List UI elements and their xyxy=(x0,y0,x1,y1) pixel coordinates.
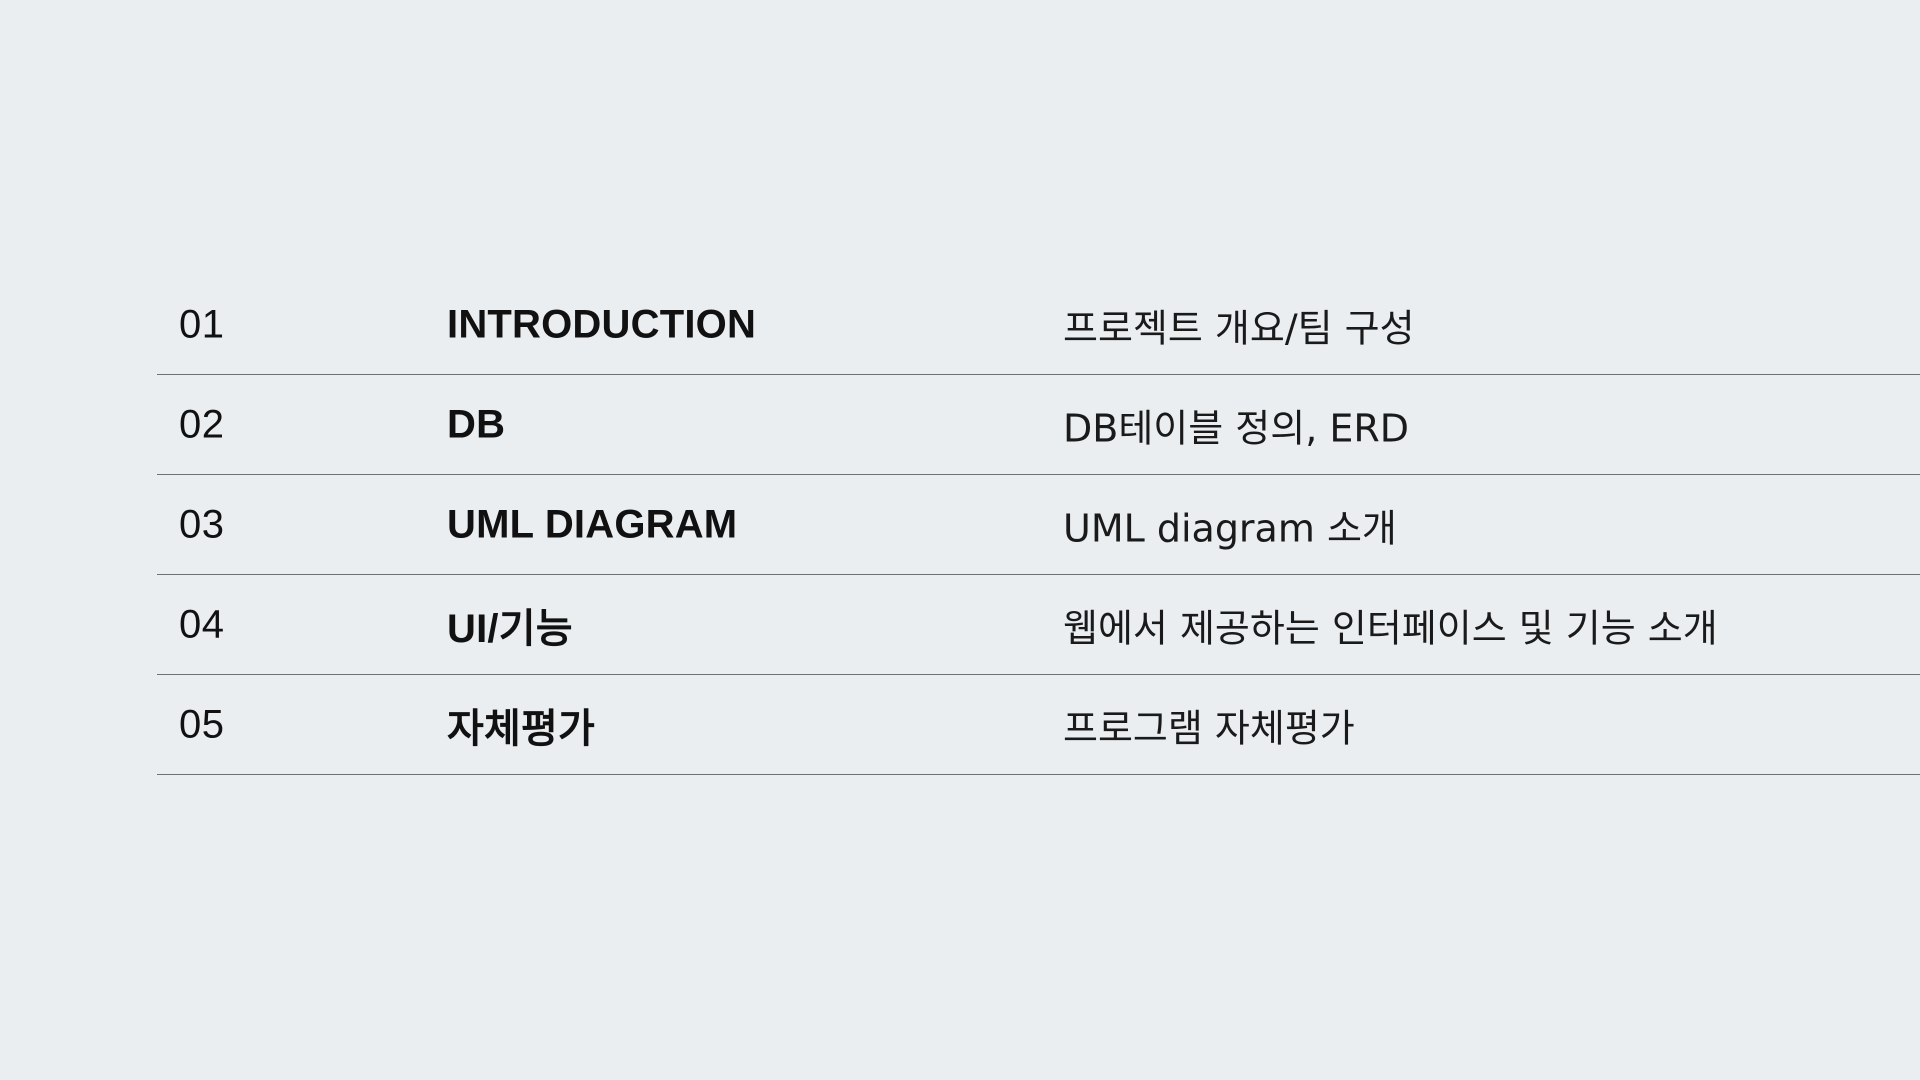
agenda-title: 자체평가 xyxy=(447,706,595,751)
agenda-row-01: 01 INTRODUCTION 프로젝트 개요/팀 구성 xyxy=(157,275,1920,375)
agenda-description: 프로젝트 개요/팀 구성 xyxy=(1063,306,1415,350)
agenda-description: DB테이블 정의, ERD xyxy=(1063,406,1410,450)
agenda-number: 03 xyxy=(179,502,225,546)
agenda-number: 04 xyxy=(179,602,225,646)
agenda-description: UML diagram 소개 xyxy=(1063,506,1397,550)
agenda-title: INTRODUCTION xyxy=(447,302,757,346)
agenda-title: UML DIAGRAM xyxy=(447,502,738,546)
agenda-row-05: 05 자체평가 프로그램 자체평가 xyxy=(157,675,1920,775)
slide: 01 INTRODUCTION 프로젝트 개요/팀 구성 02 DB DB테이블… xyxy=(0,0,1920,1080)
agenda-description: 프로그램 자체평가 xyxy=(1063,706,1355,750)
agenda-table: 01 INTRODUCTION 프로젝트 개요/팀 구성 02 DB DB테이블… xyxy=(157,275,1920,775)
agenda-description: 웹에서 제공하는 인터페이스 및 기능 소개 xyxy=(1063,606,1718,650)
agenda-title: DB xyxy=(447,402,506,446)
agenda-title: UI/기능 xyxy=(447,606,573,651)
agenda-number: 01 xyxy=(179,302,225,346)
agenda-row-04: 04 UI/기능 웹에서 제공하는 인터페이스 및 기능 소개 xyxy=(157,575,1920,675)
agenda-number: 05 xyxy=(179,702,225,746)
agenda-number: 02 xyxy=(179,402,225,446)
agenda-row-02: 02 DB DB테이블 정의, ERD xyxy=(157,375,1920,475)
agenda-row-03: 03 UML DIAGRAM UML diagram 소개 xyxy=(157,475,1920,575)
